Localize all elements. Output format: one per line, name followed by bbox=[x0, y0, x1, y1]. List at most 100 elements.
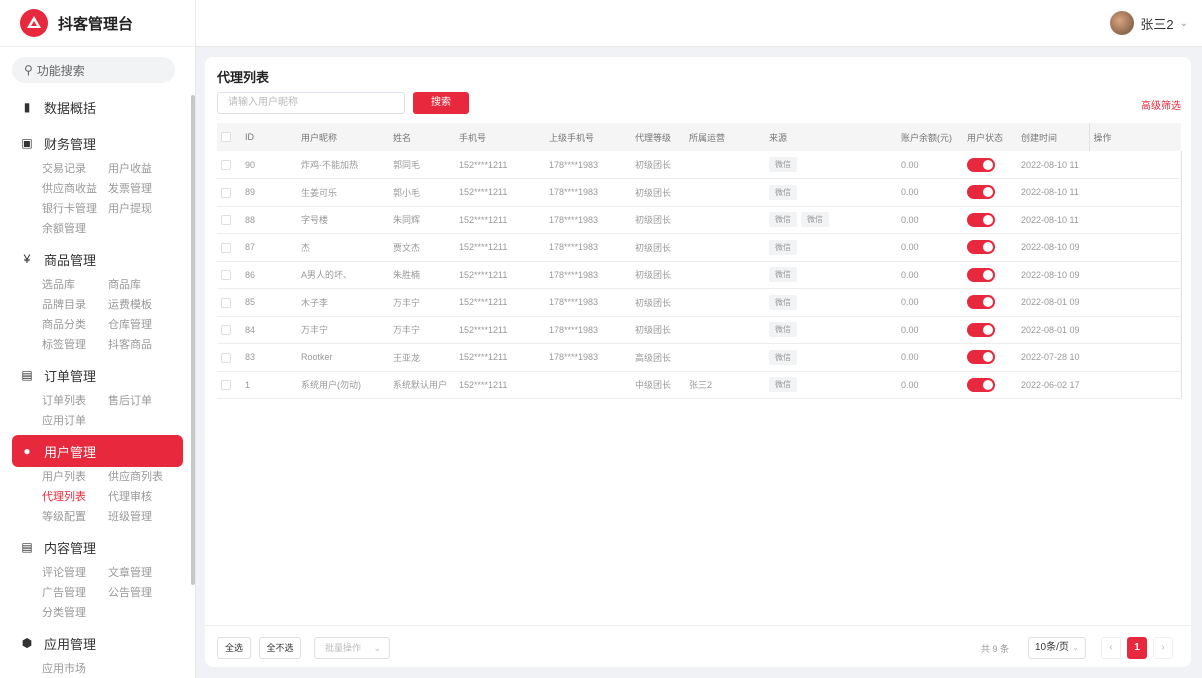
sidebar-item[interactable]: 应用市场 bbox=[42, 659, 108, 678]
nav-group-0[interactable]: ▮ 数据概括 bbox=[12, 91, 183, 123]
row-checkbox[interactable] bbox=[217, 151, 241, 179]
row-checkbox[interactable] bbox=[217, 178, 241, 207]
sidebar-item[interactable]: 运费模板 bbox=[108, 295, 188, 315]
status-toggle[interactable] bbox=[967, 157, 995, 172]
cell-nickname: 木子李 bbox=[297, 288, 389, 317]
cell-name: 王亚龙 bbox=[389, 343, 455, 372]
column-header: 创建时间 bbox=[1017, 123, 1089, 151]
status-toggle[interactable] bbox=[967, 322, 995, 337]
header-checkbox[interactable] bbox=[217, 123, 241, 151]
cell-id: 83 bbox=[241, 343, 297, 372]
nav-group-1[interactable]: ▣ 财务管理 bbox=[12, 127, 183, 159]
cell-operator bbox=[685, 178, 765, 207]
cell-name: 郭同毛 bbox=[389, 151, 455, 179]
status-toggle[interactable] bbox=[967, 267, 995, 282]
sidebar-item[interactable]: 分类管理 bbox=[42, 603, 108, 623]
nav-group-3[interactable]: ▤ 订单管理 bbox=[12, 359, 183, 391]
sidebar-item[interactable]: 银行卡管理 bbox=[42, 199, 108, 219]
search-button[interactable]: 搜索 bbox=[413, 92, 469, 114]
nav-group-label: 订单管理 bbox=[44, 368, 97, 384]
status-toggle[interactable] bbox=[967, 295, 995, 310]
cell-nickname: 生姜可乐 bbox=[297, 178, 389, 207]
cell-operator bbox=[685, 151, 765, 179]
sidebar-item[interactable]: 广告管理 bbox=[42, 583, 108, 603]
table-row: 89 生姜可乐 郭小毛 152****1211 178****1983 初级团长 微信 0.0… bbox=[217, 178, 1181, 207]
row-checkbox[interactable] bbox=[217, 261, 241, 289]
status-toggle[interactable] bbox=[967, 185, 995, 200]
sidebar-item[interactable]: 等级配置 bbox=[42, 507, 108, 527]
nav-section: ¥ 商品管理 选品库 商品库 品牌目录 运费模板 商品分类 仓库管理 标签管理 抖客商品 bbox=[0, 243, 195, 355]
sidebar-item[interactable]: 用户列表 bbox=[42, 467, 108, 487]
nav-subitems: 用户列表 供应商列表 代理列表 代理审核 等级配置 班级管理 bbox=[12, 467, 183, 527]
batch-action-select[interactable]: 批量操作 ⌄ bbox=[314, 637, 390, 659]
sidebar-item[interactable]: 交易记录 bbox=[42, 159, 108, 179]
row-checkbox[interactable] bbox=[217, 233, 241, 262]
table-row: 83 Rootker 王亚龙 152****1211 178****1983 高级团长 微信… bbox=[217, 343, 1181, 372]
logo[interactable]: 抖客管理台 bbox=[0, 0, 195, 47]
select-all-button[interactable]: 全选 bbox=[217, 637, 251, 659]
sidebar-scrollbar[interactable] bbox=[191, 95, 195, 585]
cell-balance: 0.00 bbox=[897, 316, 963, 344]
cell-parent-phone: 178****1983 bbox=[545, 206, 631, 234]
app-title: 抖客管理台 bbox=[58, 15, 134, 33]
column-header: ID bbox=[241, 123, 297, 151]
prev-page-button[interactable]: ‹ bbox=[1101, 637, 1121, 659]
status-toggle[interactable] bbox=[967, 212, 995, 227]
cell-source: 微信 bbox=[765, 178, 897, 207]
nav-section: ▣ 财务管理 交易记录 用户收益 供应商收益 发票管理 银行卡管理 用户提现 余额管理 bbox=[0, 127, 195, 239]
nav-group-5[interactable]: ▤ 内容管理 bbox=[12, 531, 183, 563]
nav-group-6[interactable]: ⬢ 应用管理 bbox=[12, 627, 183, 659]
sidebar-item[interactable]: 供应商收益 bbox=[42, 179, 108, 199]
sidebar-item[interactable]: 文章管理 bbox=[108, 563, 188, 583]
sidebar-item[interactable]: 商品库 bbox=[108, 275, 188, 295]
nav-group-4[interactable]: ● 用户管理 bbox=[12, 435, 183, 467]
cell-balance: 0.00 bbox=[897, 178, 963, 207]
row-checkbox[interactable] bbox=[217, 206, 241, 234]
sidebar-item[interactable]: 班级管理 bbox=[108, 507, 188, 527]
sidebar-item[interactable]: 抖客商品 bbox=[108, 335, 188, 355]
sidebar-item[interactable]: 用户提现 bbox=[108, 199, 188, 219]
sidebar-item[interactable]: 应用订单 bbox=[42, 411, 108, 431]
function-search[interactable]: ⚲ 功能搜索 bbox=[12, 57, 175, 83]
select-none-button[interactable]: 全不选 bbox=[259, 637, 301, 659]
nickname-search-input[interactable]: 请输入用户昵称 bbox=[217, 92, 405, 114]
sidebar-item[interactable]: 发票管理 bbox=[108, 179, 188, 199]
page-size-select[interactable]: 10条/页 ⌄ bbox=[1028, 637, 1086, 659]
column-header: 用户昵称 bbox=[297, 123, 389, 151]
status-toggle[interactable] bbox=[967, 240, 995, 255]
row-checkbox[interactable] bbox=[217, 288, 241, 317]
row-checkbox[interactable] bbox=[217, 371, 241, 399]
sidebar-item[interactable]: 公告管理 bbox=[108, 583, 188, 603]
page-1-button[interactable]: 1 bbox=[1127, 637, 1147, 659]
sidebar-item[interactable]: 订单列表 bbox=[42, 391, 108, 411]
sidebar-item[interactable]: 选品库 bbox=[42, 275, 108, 295]
cell-parent-phone: 178****1983 bbox=[545, 343, 631, 372]
sidebar-item[interactable]: 代理列表 bbox=[42, 487, 108, 507]
sidebar-item[interactable]: 用户收益 bbox=[108, 159, 188, 179]
row-checkbox[interactable] bbox=[217, 343, 241, 372]
user-menu[interactable]: 张三2 ⌄ bbox=[1110, 11, 1188, 35]
cell-operator bbox=[685, 288, 765, 317]
sidebar-item[interactable]: 商品分类 bbox=[42, 315, 108, 335]
sidebar-item[interactable]: 仓库管理 bbox=[108, 315, 188, 335]
source-tag: 微信 bbox=[769, 349, 797, 365]
next-page-button[interactable]: › bbox=[1153, 637, 1173, 659]
status-toggle[interactable] bbox=[967, 350, 995, 365]
status-toggle[interactable] bbox=[967, 377, 995, 392]
sidebar-item[interactable]: 标签管理 bbox=[42, 335, 108, 355]
advanced-filter-link[interactable]: 高级筛选 bbox=[1141, 97, 1181, 112]
cell-parent-phone: 178****1983 bbox=[545, 261, 631, 289]
source-tag: 微信 bbox=[769, 322, 797, 338]
sidebar-item[interactable]: 售后订单 bbox=[108, 391, 188, 411]
sidebar-item[interactable]: 代理审核 bbox=[108, 487, 188, 507]
cell-name: 贾文杰 bbox=[389, 233, 455, 262]
cell-created: 2022-08-10 11 bbox=[1017, 151, 1181, 179]
sidebar-item[interactable]: 评论管理 bbox=[42, 563, 108, 583]
sidebar-item[interactable]: 品牌目录 bbox=[42, 295, 108, 315]
row-checkbox[interactable] bbox=[217, 316, 241, 344]
cell-level: 中级团长 bbox=[631, 371, 685, 399]
nav-group-2[interactable]: ¥ 商品管理 bbox=[12, 243, 183, 275]
sidebar-item[interactable]: 余额管理 bbox=[42, 219, 108, 239]
sidebar-item[interactable]: 供应商列表 bbox=[108, 467, 188, 487]
cell-id: 85 bbox=[241, 288, 297, 317]
